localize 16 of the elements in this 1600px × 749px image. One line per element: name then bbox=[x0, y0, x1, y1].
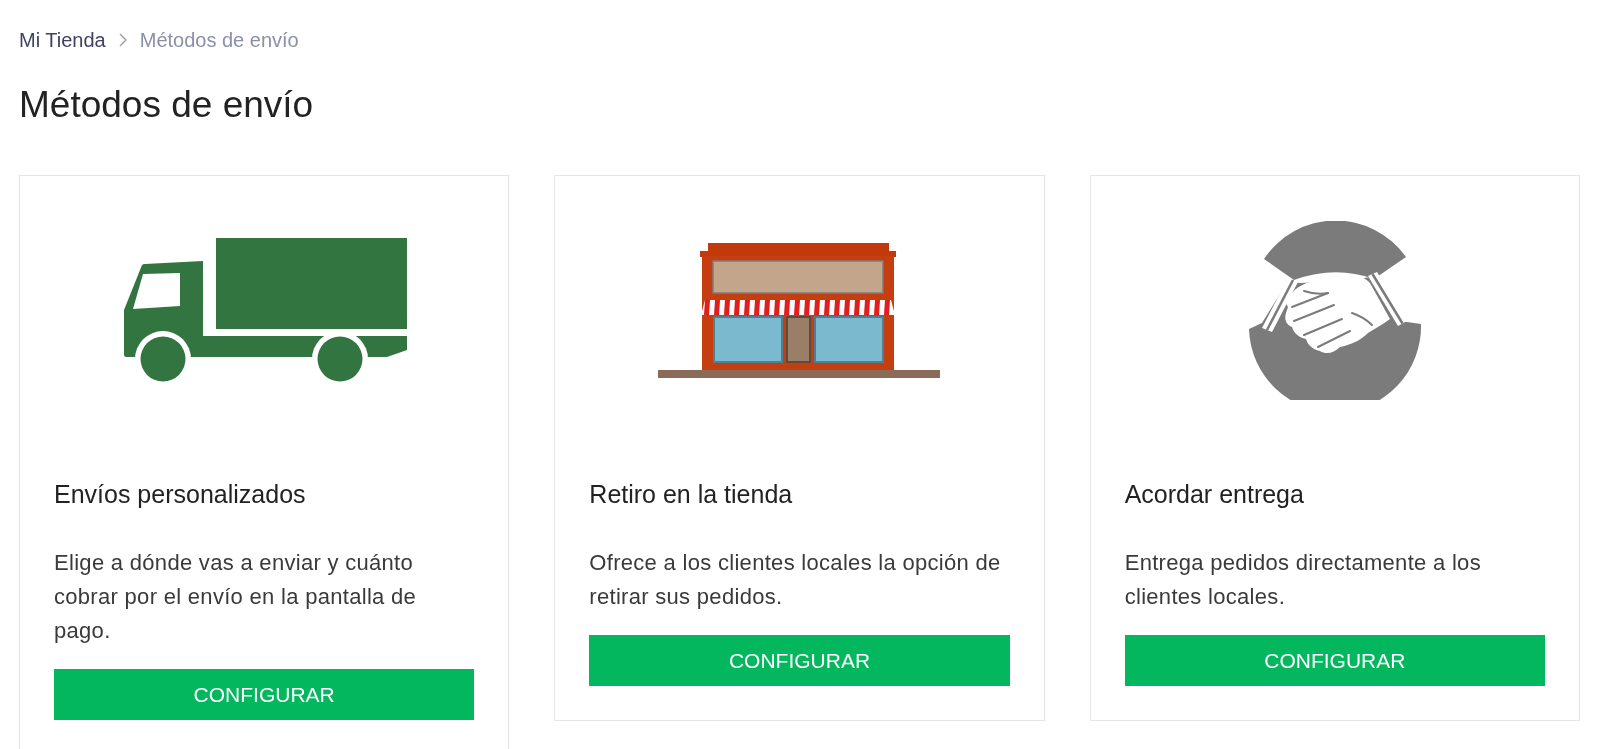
page-title: Métodos de envío bbox=[19, 83, 315, 127]
card-title: Acordar entrega bbox=[1124, 479, 1305, 510]
card-description: Entrega pedidos directamente a los clientes locales. bbox=[1124, 549, 1482, 611]
store-icon bbox=[658, 242, 941, 378]
card-description: Elige a dónde vas a enviar y cuánto cobrar por el envío en la pantalla de pago. bbox=[54, 549, 418, 645]
breadcrumb-current: Métodos de envío bbox=[139, 28, 299, 52]
configure-button[interactable]: CONFIGURAR bbox=[1124, 635, 1545, 686]
card-title: Retiro en la tienda bbox=[589, 479, 794, 510]
card-title: Envíos personalizados bbox=[54, 479, 307, 510]
truck-icon bbox=[121, 238, 407, 382]
configure-button[interactable]: CONFIGURAR bbox=[54, 669, 475, 720]
breadcrumb-link[interactable]: Mi Tienda bbox=[19, 28, 106, 52]
card-description: Ofrece a los clientes locales la opción de retirar sus pedidos. bbox=[589, 549, 1002, 611]
handshake-icon bbox=[1247, 220, 1422, 400]
configure-button[interactable]: CONFIGURAR bbox=[589, 635, 1010, 686]
chevron-right-icon bbox=[118, 33, 127, 47]
